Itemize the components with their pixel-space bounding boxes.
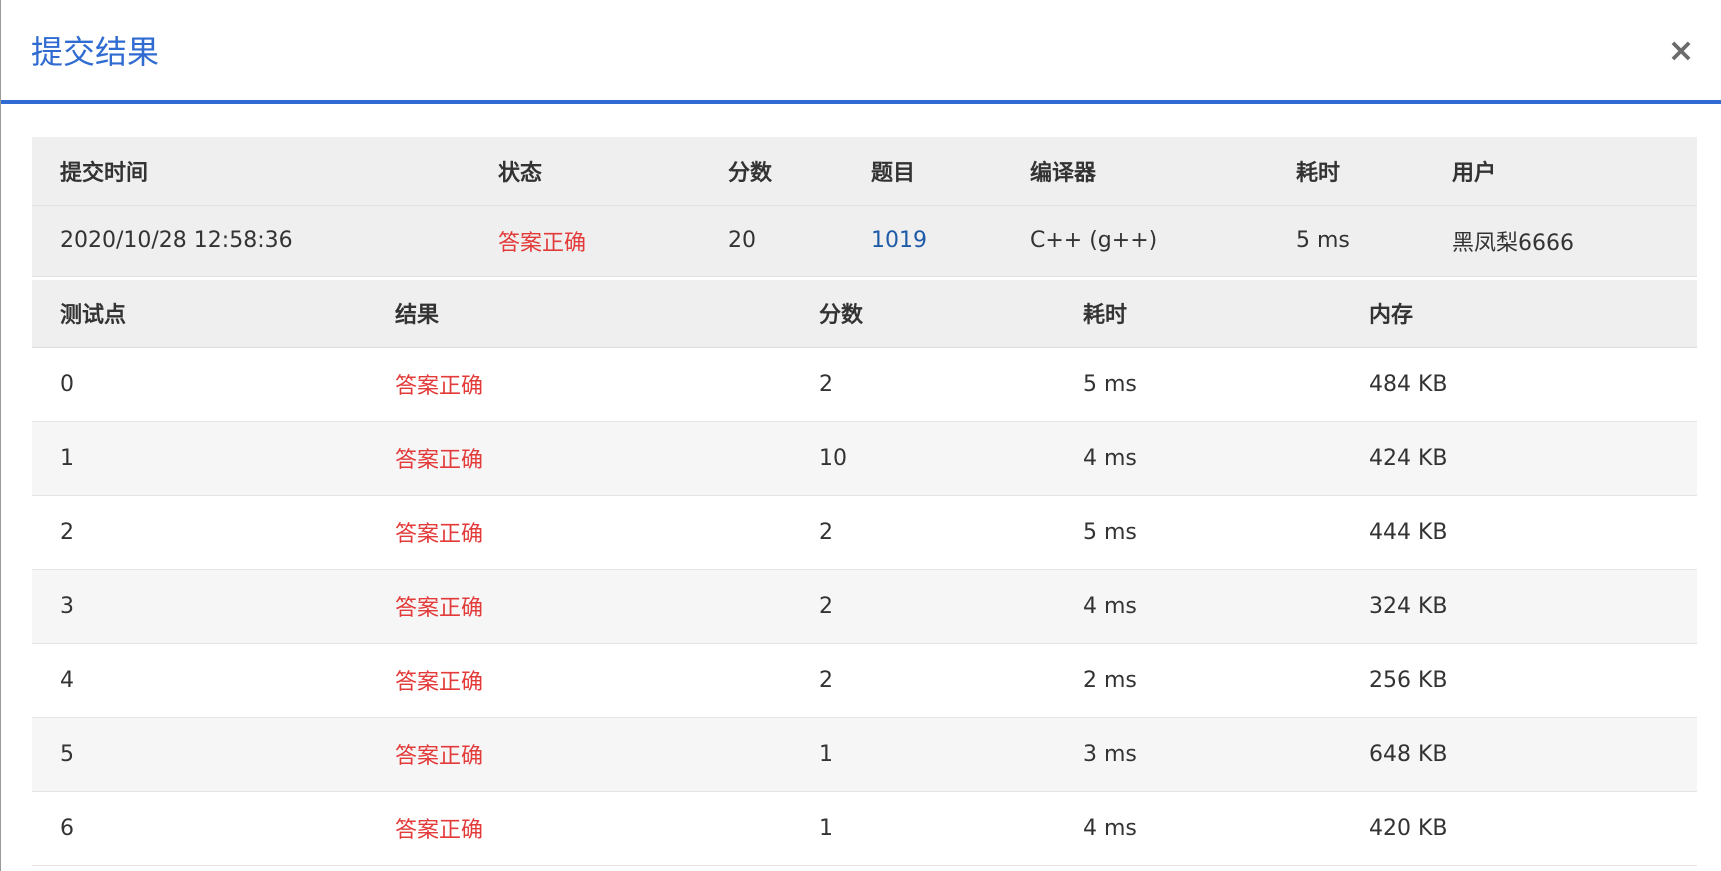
cases-header-row: 测试点 结果 分数 耗时 内存: [32, 280, 1697, 347]
case-id: 4: [60, 667, 74, 693]
case-id: 5: [60, 741, 74, 767]
case-result: 答案正确: [395, 448, 484, 473]
summary-header-row: 提交时间 状态 分数 题目 编译器 耗时 用户: [32, 137, 1697, 205]
header-status: 状态: [498, 160, 543, 186]
test-cases-table: 测试点 结果 分数 耗时 内存 0 答案正确 2 5 ms 484 KB 1 答…: [32, 280, 1697, 866]
status-badge: 答案正确: [498, 230, 587, 256]
problem-link[interactable]: 1019: [843, 205, 1002, 276]
table-row: 6 答案正确 1 4 ms 420 KB: [32, 791, 1697, 865]
case-id: 3: [60, 593, 74, 619]
table-row: 2 答案正确 2 5 ms 444 KB: [32, 495, 1697, 569]
case-time: 4 ms: [1083, 815, 1137, 841]
case-id: 2: [60, 519, 74, 545]
case-score: 2: [819, 593, 833, 619]
case-memory: 484 KB: [1369, 371, 1448, 397]
header-result: 结果: [395, 303, 440, 329]
case-score: 1: [819, 815, 833, 841]
table-row: 5 答案正确 1 3 ms 648 KB: [32, 717, 1697, 791]
compiler: C++ (g++): [1030, 228, 1158, 253]
case-score: 2: [819, 667, 833, 693]
case-time: 2 ms: [1083, 667, 1137, 693]
case-result: 答案正确: [395, 744, 484, 769]
header-case-score: 分数: [819, 303, 864, 329]
case-memory: 256 KB: [1369, 667, 1448, 693]
case-score: 2: [819, 519, 833, 545]
case-time: 5 ms: [1083, 519, 1137, 545]
table-row: 4 答案正确 2 2 ms 256 KB: [32, 643, 1697, 717]
case-memory: 324 KB: [1369, 593, 1448, 619]
header-test-case: 测试点: [60, 303, 127, 329]
close-icon: ×: [1667, 31, 1695, 69]
header-compiler: 编译器: [1030, 160, 1097, 186]
case-memory: 424 KB: [1369, 445, 1448, 471]
header-time: 耗时: [1296, 160, 1341, 186]
total-time: 5 ms: [1296, 228, 1350, 253]
case-result: 答案正确: [395, 522, 484, 547]
header-memory: 内存: [1369, 303, 1414, 329]
header-user: 用户: [1452, 160, 1497, 186]
case-id: 6: [60, 815, 74, 841]
header-case-time: 耗时: [1083, 303, 1128, 329]
case-id: 1: [60, 445, 74, 471]
case-time: 4 ms: [1083, 593, 1137, 619]
dialog-title: 提交结果: [31, 33, 160, 71]
case-score: 1: [819, 741, 833, 767]
user-name: 黑凤梨6666: [1452, 230, 1574, 256]
case-result: 答案正确: [395, 670, 484, 695]
case-memory: 648 KB: [1369, 741, 1448, 767]
header-submit-time: 提交时间: [60, 160, 149, 186]
case-score: 2: [819, 371, 833, 397]
case-time: 3 ms: [1083, 741, 1137, 767]
header-problem: 题目: [871, 160, 916, 186]
header-score: 分数: [728, 160, 773, 186]
case-result: 答案正确: [395, 374, 484, 399]
case-score: 10: [819, 445, 847, 471]
summary-row: 2020/10/28 12:58:36 答案正确 20 1019 C++ (g+…: [32, 205, 1697, 276]
submit-time: 2020/10/28 12:58:36: [60, 228, 293, 253]
close-button[interactable]: ×: [1661, 30, 1701, 70]
case-memory: 420 KB: [1369, 815, 1448, 841]
table-row: 3 答案正确 2 4 ms 324 KB: [32, 569, 1697, 643]
case-result: 答案正确: [395, 818, 484, 843]
case-result: 答案正确: [395, 596, 484, 621]
submission-result-dialog: 提交结果 × 提交时间 状态 分数 题目 编译器 耗时 用户 2020/10/2…: [0, 0, 1721, 871]
table-row: 1 答案正确 10 4 ms 424 KB: [32, 421, 1697, 495]
case-time: 4 ms: [1083, 445, 1137, 471]
case-id: 0: [60, 371, 74, 397]
table-row: 0 答案正确 2 5 ms 484 KB: [32, 347, 1697, 421]
submission-summary-table: 提交时间 状态 分数 题目 编译器 耗时 用户 2020/10/28 12:58…: [32, 137, 1697, 277]
dialog-header: 提交结果 ×: [1, 0, 1721, 104]
total-score: 20: [728, 228, 756, 253]
case-time: 5 ms: [1083, 371, 1137, 397]
case-memory: 444 KB: [1369, 519, 1448, 545]
